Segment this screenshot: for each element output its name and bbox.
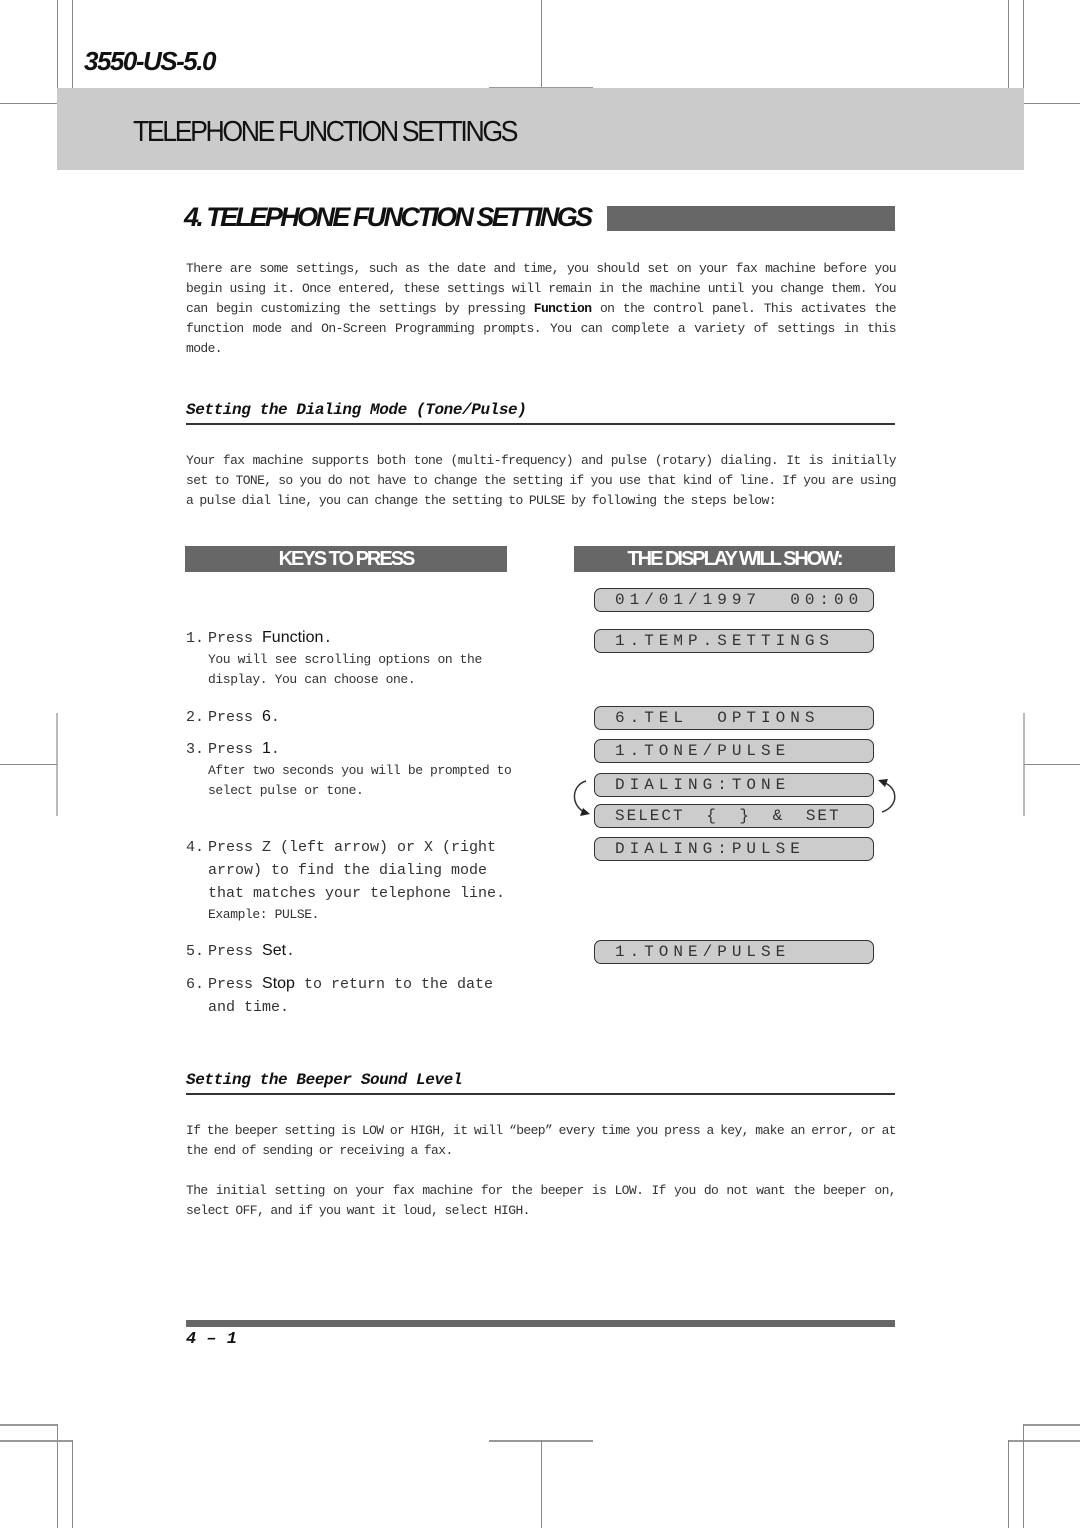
crop-mark [1024, 764, 1080, 765]
crop-mark [0, 1424, 57, 1426]
step-text: . [270, 741, 280, 758]
step-text: Press Z (left arrow) or X (right [208, 839, 497, 856]
function-key-bold: Function [533, 301, 592, 316]
crop-mark [541, 1440, 542, 1528]
model-number: 3550-US-5.0 [84, 46, 216, 76]
lcd-display: 1.TONE/PULSE [594, 940, 874, 964]
step-1: 1. Press Function. You will see scrolling… [186, 626, 516, 690]
step-text: . [270, 709, 280, 726]
crop-mark [0, 1440, 72, 1442]
crop-mark [72, 0, 73, 90]
step-note: Example: PULSE. [208, 907, 320, 922]
crop-mark [1024, 103, 1080, 104]
cycle-arrow-left-icon [573, 780, 590, 816]
crop-mark [1008, 0, 1009, 90]
step-3: 3. Press 1. After two seconds you will be… [186, 737, 516, 801]
chapter-title-bar [607, 206, 895, 231]
step-text: to return to the date [294, 976, 493, 993]
crop-mark [0, 103, 57, 104]
lcd-display: DIALING:PULSE [594, 837, 874, 861]
key-set: Set [262, 942, 287, 959]
chapter-title: 4. TELEPHONE FUNCTION SETTINGS [184, 202, 593, 232]
display-will-show-header: THE DISPLAY WILL SHOW: [574, 546, 895, 572]
crop-mark [1008, 1440, 1009, 1528]
step-note: After two seconds you will be prompted t… [208, 763, 512, 798]
lcd-display: SELECT { } & SET [594, 804, 874, 828]
crop-mark [1023, 1424, 1080, 1426]
step-number: 1. [186, 630, 205, 647]
section-heading-dialing-mode: Setting the Dialing Mode (Tone/Pulse) [186, 401, 895, 425]
step-text: Press [208, 741, 263, 758]
crop-mark [0, 764, 57, 765]
step-text: Press [208, 630, 263, 647]
step-5: 5. Press Set. [186, 939, 516, 963]
key-stop: Stop [262, 975, 295, 992]
cycle-arrow-right-icon [878, 779, 896, 813]
step-6: 6. Press Stop to return to the date and t… [186, 972, 516, 1019]
step-text: Press [208, 943, 263, 960]
step-number: 4. [186, 839, 205, 856]
step-2: 2. Press 6. [186, 705, 516, 729]
step-4: 4. Press Z (left arrow) or X (right arrow… [186, 836, 516, 925]
step-text: . [323, 630, 333, 647]
dialing-mode-paragraph: Your fax machine supports both tone (mul… [186, 453, 897, 508]
key-function: Function [262, 629, 324, 646]
step-number: 6. [186, 976, 205, 993]
footer-bar [186, 1320, 895, 1327]
step-text: Press [208, 709, 263, 726]
beeper-paragraph-1: If the beeper setting is LOW or HIGH, it… [186, 1123, 897, 1158]
lcd-display: 1.TONE/PULSE [594, 739, 874, 763]
crop-mark [72, 1440, 73, 1528]
crop-mark [541, 0, 542, 90]
intro-paragraph: There are some settings, such as the dat… [186, 259, 897, 359]
step-text: Press [208, 976, 263, 993]
banner-title: TELEPHONE FUNCTION SETTINGS [133, 116, 518, 148]
header-banner: TELEPHONE FUNCTION SETTINGS [57, 88, 1024, 170]
section-heading-beeper: Setting the Beeper Sound Level [186, 1071, 895, 1095]
step-text: arrow) to find the dialing mode that mat… [208, 862, 506, 902]
step-number: 3. [186, 741, 205, 758]
step-text: . [286, 943, 296, 960]
key-6: 6 [262, 708, 271, 725]
lcd-display: 6.TEL OPTIONS [594, 706, 874, 730]
crop-mark [1008, 1440, 1080, 1442]
step-number: 2. [186, 709, 205, 726]
step-number: 5. [186, 943, 205, 960]
lcd-display: DIALING:TONE [594, 773, 874, 797]
lcd-display: 1.TEMP.SETTINGS [594, 629, 874, 653]
beeper-paragraph-2: The initial setting on your fax machine … [186, 1183, 897, 1218]
step-text: and time. [208, 999, 290, 1016]
lcd-display: 01/01/1997 00:00 [594, 588, 874, 612]
keys-to-press-header: KEYS TO PRESS [185, 546, 507, 572]
page-number: 4 – 1 [186, 1330, 238, 1349]
crop-mark [1023, 1424, 1024, 1528]
key-1: 1 [262, 740, 271, 757]
step-note: You will see scrolling options on the di… [208, 652, 482, 687]
